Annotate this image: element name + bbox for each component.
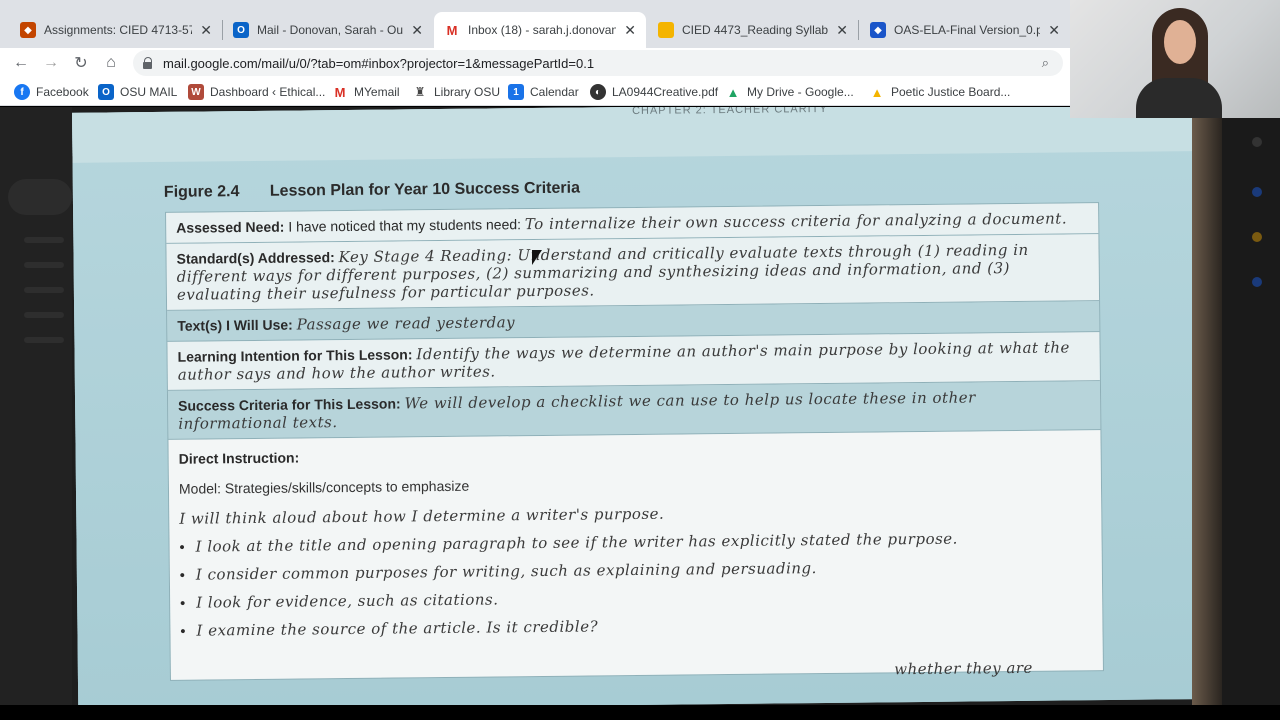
gmail-attachment-viewer: CHAPTER 2: TEACHER CLARITY Figure 2.4 Le… (0, 107, 1280, 705)
wordpress-icon: W (188, 84, 204, 100)
handwritten-intro: I will think aloud about how I determine… (179, 504, 665, 528)
section-label: Assessed Need: (176, 218, 285, 236)
bookmark-label: Poetic Justice Board... (891, 85, 1011, 99)
bookmark-label: Facebook (36, 85, 89, 99)
section-label: Direct Instruction: (178, 449, 300, 467)
browser-tab-outlook[interactable]: O Mail - Donovan, Sarah - Outlo ✕ (223, 12, 433, 48)
handwritten-response: To internalize their own success criteri… (524, 209, 1068, 234)
tasks-icon (1252, 277, 1262, 287)
sidebar-row (24, 262, 64, 268)
list-item: • I consider common purposes for writing,… (179, 559, 817, 584)
bookmark-poetic-justice[interactable]: ▲ Poetic Justice Board... (869, 84, 1010, 100)
outlook-icon: O (98, 84, 114, 100)
presenter-body (1136, 78, 1222, 118)
compose-button (8, 179, 72, 215)
sidebar-row (24, 337, 64, 343)
browser-tab-gmail[interactable]: M Inbox (18) - sarah.j.donovan9@ ✕ (434, 12, 646, 48)
close-tab-icon[interactable]: ✕ (624, 22, 636, 39)
meet-icon (1252, 187, 1262, 197)
list-item: • I look for evidence, such as citations. (180, 590, 499, 612)
bookmark-la0944[interactable]: ◐ LA0944Creative.pdf (590, 84, 718, 100)
bottom-letterbox (0, 705, 1280, 720)
section-prefix: I have noticed that my students need: (288, 216, 522, 235)
bookmark-label: MYemail (354, 85, 400, 99)
bookmark-library[interactable]: ♜ Library OSU (412, 84, 500, 100)
bookmark-facebook[interactable]: f Facebook (14, 84, 89, 100)
bookmark-label: LA0944Creative.pdf (612, 85, 719, 99)
tab-title: Mail - Donovan, Sarah - Outlo (257, 23, 404, 37)
lesson-plan-table: Assessed Need: I have noticed that my st… (165, 202, 1104, 681)
cut-off-line: whether they are (894, 658, 1033, 679)
tab-title: OAS-ELA-Final Version_0.pdf (894, 23, 1041, 37)
bookmark-myemail[interactable]: M MYemail (332, 84, 400, 100)
library-icon: ♜ (412, 84, 428, 100)
lock-icon (143, 57, 153, 69)
direct-instruction-section: Direct Instruction: Model: Strategies/sk… (168, 430, 1103, 680)
tab-divider (858, 20, 859, 40)
browser-tab-pdf[interactable]: ◆ OAS-ELA-Final Version_0.pdf ✕ (860, 12, 1070, 48)
keep-icon (1252, 232, 1262, 242)
address-bar[interactable]: mail.google.com/mail/u/0/?tab=om#inbox?p… (133, 50, 1063, 76)
sidebar-row (24, 237, 64, 243)
reload-icon[interactable]: ↻ (70, 52, 92, 74)
globe-icon: ◐ (590, 84, 606, 100)
list-item: • I examine the source of the article. Is… (180, 617, 599, 640)
outlook-icon: O (233, 22, 249, 38)
figure-title: Lesson Plan for Year 10 Success Criteria (269, 179, 581, 200)
tab-title: CIED 4473_Reading Syllabus_D (682, 23, 829, 37)
home-icon[interactable]: ⌂ (100, 52, 122, 74)
pdf-icon: ◆ (870, 22, 886, 38)
sidebar-row (24, 287, 64, 293)
section-label: Text(s) I Will Use: (177, 316, 293, 334)
background-scene (1192, 107, 1280, 705)
document-photo: CHAPTER 2: TEACHER CLARITY Figure 2.4 Le… (72, 107, 1199, 705)
webcam-overlay (1070, 0, 1280, 118)
presenter-face (1164, 20, 1196, 64)
bookmark-label: Calendar (530, 85, 579, 99)
browser-tab-assignments[interactable]: ◆ Assignments: CIED 4713-5713 ✕ (10, 12, 222, 48)
dimmed-gmail-sidebar (0, 107, 72, 705)
bookmark-label: My Drive - Google... (747, 85, 854, 99)
mouse-cursor-icon (532, 250, 544, 268)
handwritten-response: Passage we read yesterday (296, 313, 516, 334)
close-tab-icon[interactable]: ✕ (836, 22, 848, 39)
osu-icon: ◆ (20, 22, 36, 38)
facebook-icon: f (14, 84, 30, 100)
bookmark-label: Dashboard ‹ Ethical... (210, 85, 326, 99)
bookmark-osu-mail[interactable]: O OSU MAIL (98, 84, 177, 100)
section-label: Success Criteria for This Lesson: (178, 395, 401, 414)
bookmark-calendar[interactable]: 1 Calendar (508, 84, 579, 100)
account-icon (1252, 137, 1262, 147)
tab-title: Assignments: CIED 4713-5713 (44, 23, 193, 37)
calendar-icon: 1 (508, 84, 524, 100)
bookmark-label: OSU MAIL (120, 85, 178, 99)
bookmark-label: Library OSU (434, 85, 501, 99)
list-item: • I look at the title and opening paragra… (179, 529, 958, 556)
gmail-icon: M (444, 22, 460, 38)
sidebar-row (24, 312, 64, 318)
drive-icon: ▲ (725, 84, 741, 100)
bookmark-dashboard[interactable]: W Dashboard ‹ Ethical... (188, 84, 325, 100)
document-page: CHAPTER 2: TEACHER CLARITY Figure 2.4 Le… (72, 107, 1199, 705)
figure-label: Figure 2.4 (163, 183, 240, 201)
slides-icon (658, 22, 674, 38)
close-tab-icon[interactable]: ✕ (1048, 22, 1060, 39)
section-label: Standard(s) Addressed: (176, 249, 335, 267)
background-blur (1192, 107, 1222, 705)
browser-tab-syllabus[interactable]: CIED 4473_Reading Syllabus_D ✕ (648, 12, 858, 48)
search-icon[interactable]: ⌕ (1042, 55, 1049, 71)
drive-icon: ▲ (869, 84, 885, 100)
url-text: mail.google.com/mail/u/0/?tab=om#inbox?p… (163, 55, 595, 71)
back-arrow-icon[interactable]: ← (10, 52, 32, 74)
close-tab-icon[interactable]: ✕ (411, 22, 423, 39)
gmail-icon: M (332, 84, 348, 100)
standards-section: Standard(s) Addressed: Key Stage 4 Readi… (166, 234, 1100, 311)
tab-title: Inbox (18) - sarah.j.donovan9@ (468, 23, 617, 37)
bookmark-my-drive[interactable]: ▲ My Drive - Google... (725, 84, 854, 100)
close-tab-icon[interactable]: ✕ (200, 22, 212, 39)
forward-arrow-icon[interactable]: → (40, 52, 62, 74)
model-line: Model: Strategies/skills/concepts to emp… (178, 477, 470, 497)
section-label: Learning Intention for This Lesson: (177, 346, 413, 365)
